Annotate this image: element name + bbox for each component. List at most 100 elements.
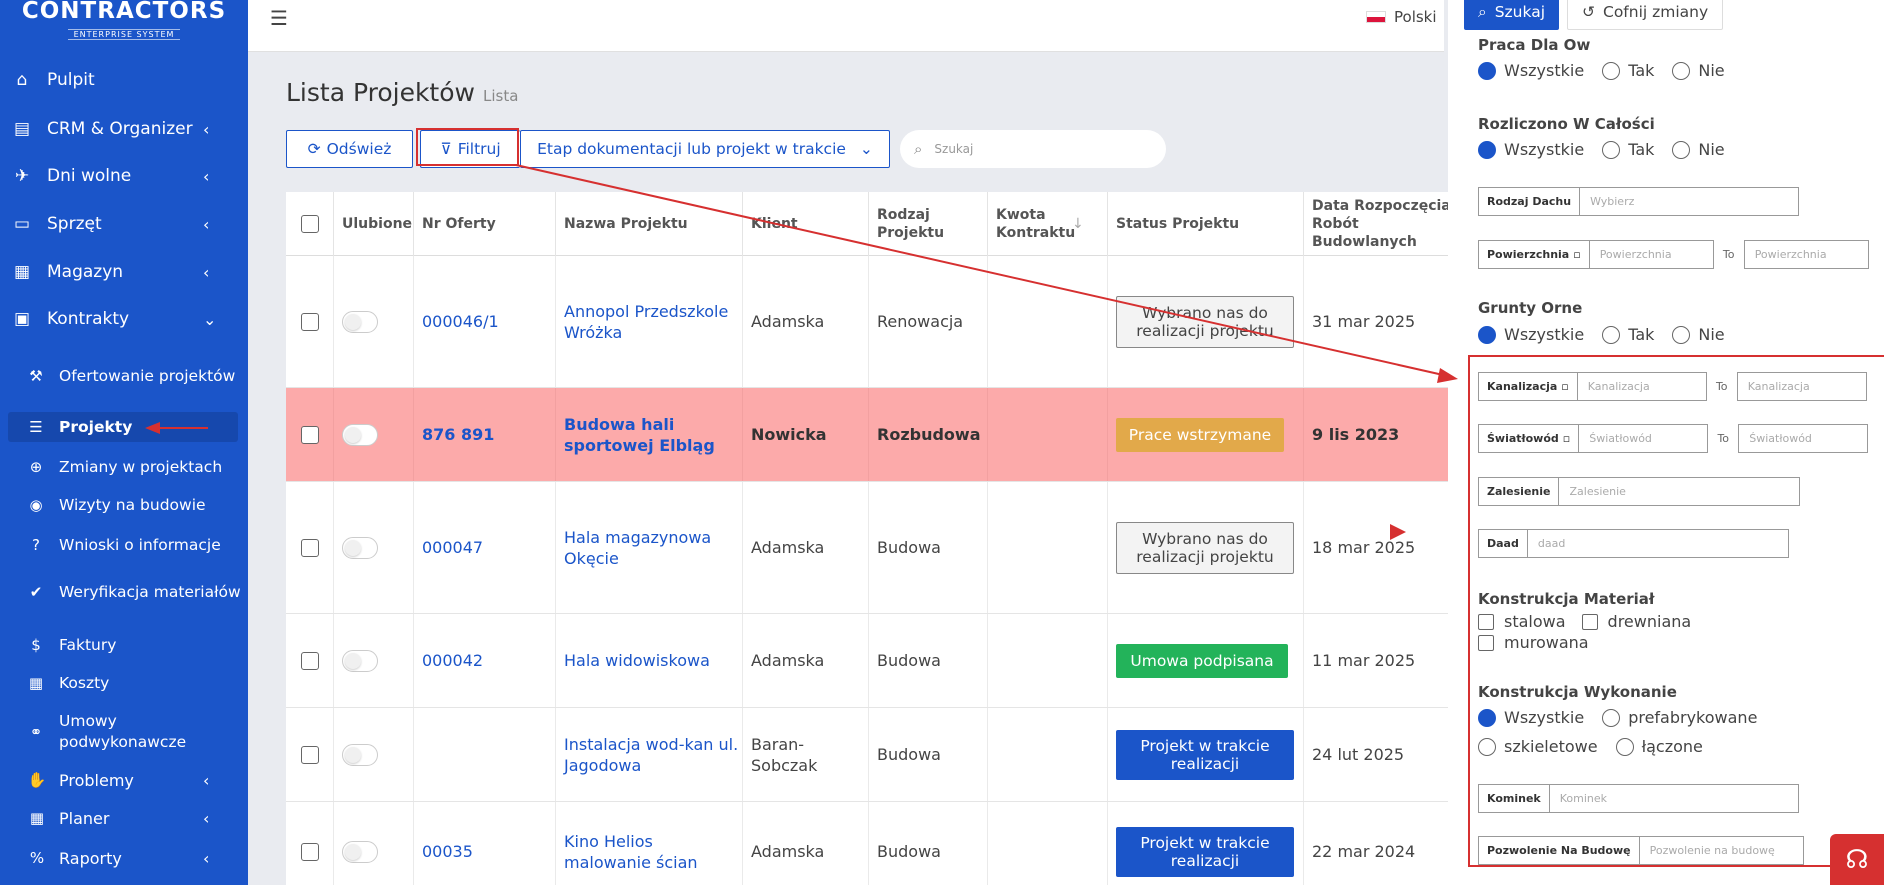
radio-selected[interactable] [1478,140,1496,159]
select-all-checkbox[interactable] [300,215,319,233]
favorite-toggle[interactable] [342,649,378,672]
radio[interactable] [1602,61,1621,80]
row-checkbox[interactable] [300,745,319,764]
row-checkbox[interactable] [300,538,319,557]
area-to-input[interactable]: Powierzchnia [1743,240,1869,269]
filter-search-button[interactable]: ⌕ Szukaj [1464,0,1559,30]
offer-number[interactable]: 000046/1 [422,311,499,332]
table-row[interactable]: 000047 Hala magazynowa Okęcie Adamska Budow… [286,482,1448,614]
sidebar-item-planer[interactable]: ▦ Planer ‹ [0,800,248,836]
radio[interactable] [1672,325,1691,344]
sidebar-subitem-weryfikacja-materia-w[interactable]: ✔ Weryfikacja materiałów [0,568,248,616]
offer-number[interactable]: 000047 [422,537,483,558]
header-offer-number[interactable]: Nr Oferty [414,192,556,256]
status-badge[interactable]: Umowa podpisana [1116,643,1288,678]
favorite-toggle[interactable] [342,840,378,863]
sidebar-item-sprz-t[interactable]: ▭ Sprzęt ‹ [0,206,248,242]
filter-button-highlight [416,128,519,166]
favorite-toggle[interactable] [342,743,378,766]
refresh-button[interactable]: ⟳ Odśwież [286,130,413,168]
table-row[interactable]: 000042 Hala widowiskowa Adamska Budowa Umowa… [286,614,1448,708]
sidebar-item-raporty[interactable]: % Raporty ‹ [0,840,248,876]
sidebar-subitem-umowy-podwykonawcze[interactable]: ⚭ Umowy podwykonawcze [0,708,248,756]
header-contract-amount[interactable]: Kwota Kontraktu ↓ [988,192,1108,256]
praca-all-option[interactable]: Wszystkie [1478,61,1584,80]
favorite-toggle[interactable] [342,310,378,333]
roof-type-select[interactable]: Wybierz [1579,187,1800,216]
sidebar-item-dni-wolne[interactable]: ✈ Dni wolne ‹ [0,158,248,194]
sidebar-item-problemy[interactable]: ✋ Problemy ‹ [0,762,248,798]
sidebar-item-crm-organizer[interactable]: ▤ CRM & Organizer ‹ [0,111,248,147]
table-row[interactable]: 00035 Kino Helios malowanie ścian Adamska B… [286,802,1448,885]
grunty-all-option[interactable]: Wszystkie [1478,325,1584,344]
status-badge[interactable]: Projekt w trakcie realizacji [1116,826,1294,877]
favorite-toggle[interactable] [342,423,378,446]
praca-yes-option[interactable]: Tak [1602,61,1654,80]
hamburger-menu-icon[interactable]: ☰ [270,6,288,30]
radio-selected[interactable] [1478,325,1496,344]
support-headset-button[interactable]: ☊ [1830,834,1884,885]
sidebar-subitem-zmiany-w-projektach[interactable]: ⊕ Zmiany w projektach [0,452,248,482]
grunty-yes-option[interactable]: Tak [1602,325,1654,344]
sidebar-item-kontrakty[interactable]: ▣ Kontrakty ⌄ [0,301,248,337]
sidebar-subitem-faktury[interactable]: $ Faktury [0,630,248,660]
stage-dropdown[interactable]: Etap dokumentacji lub projekt w trakcie … [520,130,890,168]
row-checkbox[interactable] [300,842,319,861]
praca-no-option[interactable]: Nie [1672,61,1725,80]
radio[interactable] [1672,140,1691,159]
sidebar-item-magazyn[interactable]: ▦ Magazyn ‹ [0,254,248,290]
row-checkbox[interactable] [300,651,319,670]
table-row[interactable]: 000046/1 Annopol Przedszkole Wróżka Adamsk… [286,256,1448,388]
status-badge[interactable]: Wybrano nas do realizacji projektu [1116,521,1294,574]
area-from-input[interactable]: Powierzchnia [1588,240,1714,269]
grunty-no-option[interactable]: Nie [1672,325,1725,344]
rozliczono-yes-option[interactable]: Tak [1602,140,1654,159]
rozliczono-all-option[interactable]: Wszystkie [1478,140,1584,159]
radio-selected[interactable] [1478,61,1496,80]
project-name-link[interactable]: Hala magazynowa Okęcie [564,527,742,569]
sidebar-subitem-wnioski-o-informacje[interactable]: ? Wnioski o informacje [0,530,248,560]
offer-number[interactable]: 00035 [422,841,473,862]
row-checkbox[interactable] [300,312,319,331]
search-input[interactable]: ⌕ Szukaj [900,130,1166,168]
sidebar-subitem-ofertowanie-projekt-w[interactable]: ⚒ Ofertowanie projektów [0,352,248,400]
offer-number[interactable]: 876 891 [422,424,494,445]
reset-filters-button[interactable]: ↺ Cofnij zmiany [1567,0,1724,30]
table-cell: Projekt w trakcie realizacji [1108,708,1304,801]
language-selector[interactable]: Polski [1366,8,1437,26]
sidebar-subitem-koszty[interactable]: ▦ Koszty [0,668,248,698]
sort-down-icon: ↓ [1072,216,1084,232]
project-name-link[interactable]: Hala widowiskowa [564,650,710,671]
status-badge[interactable]: Projekt w trakcie realizacji [1116,729,1294,780]
row-checkbox[interactable] [300,425,319,444]
project-name-link[interactable]: Kino Helios malowanie ścian [564,831,742,873]
sidebar-subitem-wizyty-na-budowie[interactable]: ◉ Wizyty na budowie [0,490,248,520]
table-row[interactable]: 876 891 Budowa hali sportowej Elbląg Nowic… [286,388,1448,482]
logo[interactable]: CONTRACTORS ENTERPRISE SYSTEM [0,0,248,40]
header-project-type[interactable]: Rodzaj Projektu [869,192,988,256]
header-favorites[interactable]: Ulubione [334,192,414,256]
radio[interactable] [1602,140,1621,159]
header-client[interactable]: Klient [743,192,869,256]
radio[interactable] [1602,325,1621,344]
radio[interactable] [1672,61,1691,80]
rozliczono-no-option[interactable]: Nie [1672,140,1725,159]
header-start-date[interactable]: Data Rozpoczęcia Robót Budowlanych [1304,192,1448,256]
table-cell [334,802,414,885]
option-label: Tak [1628,325,1655,344]
header-project-name[interactable]: Nazwa Projektu [556,192,743,256]
project-name-link[interactable]: Instalacja wod-kan ul. Jagodowa [564,734,742,776]
sidebar-item-pulpit[interactable]: ⌂ Pulpit [0,62,248,98]
header-project-status[interactable]: Status Projektu [1108,192,1304,256]
status-badge[interactable]: Wybrano nas do realizacji projektu [1116,295,1294,348]
project-type: Budowa [877,538,941,557]
offer-number[interactable]: 000042 [422,650,483,671]
favorite-toggle[interactable] [342,536,378,559]
status-badge[interactable]: Prace wstrzymane [1116,417,1284,452]
project-name-link[interactable]: Budowa hali sportowej Elbląg [564,414,742,456]
table-cell: Budowa [869,482,988,613]
sidebar-subitem-projekty[interactable]: ☰ Projekty [8,412,238,442]
project-name-link[interactable]: Annopol Przedszkole Wróżka [564,301,742,343]
praca-title: Praca Dla Ow [1478,36,1591,54]
table-row[interactable]: Instalacja wod-kan ul. Jagodowa Baran-Sob… [286,708,1448,802]
